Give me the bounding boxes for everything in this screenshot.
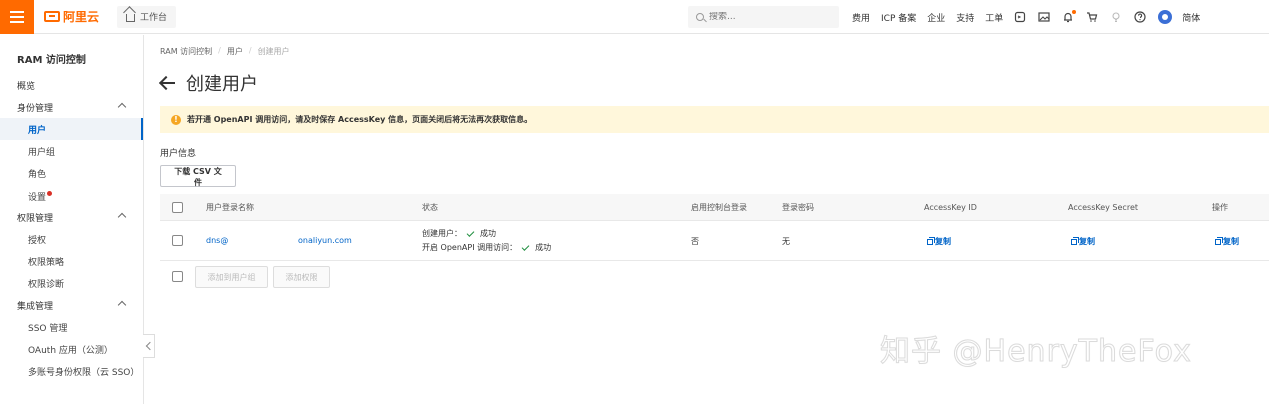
top-nav: 费用 ICP 备案 企业 支持 工单 简体: [852, 0, 1211, 34]
search-input[interactable]: [709, 12, 819, 22]
workbench-button[interactable]: 工作台: [117, 5, 177, 28]
sidebar-item-oauth[interactable]: OAuth 应用（公测）: [0, 338, 143, 360]
console-login-value: 否: [691, 237, 699, 246]
nav-support[interactable]: 支持: [956, 11, 974, 24]
users-table: 用户登录名称 状态 启用控制台登录 登录密码 AccessKey ID Acce…: [160, 194, 1269, 261]
home-icon: [126, 14, 136, 22]
col-console-login: 启用控制台登录: [691, 202, 747, 212]
sidebar-item-grants[interactable]: 授权: [0, 228, 143, 250]
select-all-checkbox[interactable]: [172, 202, 183, 213]
col-accesskey-id: AccessKey ID: [924, 202, 977, 212]
terminal-icon[interactable]: [1014, 11, 1026, 23]
search-icon: [696, 13, 704, 21]
help-icon[interactable]: [1134, 11, 1146, 23]
copy-icon: [1071, 236, 1079, 245]
page-title: 创建用户: [186, 74, 258, 95]
sidebar-item-settings[interactable]: 设置: [0, 185, 143, 207]
add-to-group-button[interactable]: 添加到用户组: [195, 266, 268, 288]
table-footer: 添加到用户组 添加权限: [160, 266, 660, 288]
copy-accesskey-id-button[interactable]: 复制: [927, 236, 951, 247]
table-header: 用户登录名称 状态 启用控制台登录 登录密码 AccessKey ID Acce…: [160, 194, 1269, 221]
sidebar-item-cloud-sso[interactable]: 多账号身份权限（云 SSO）: [0, 360, 143, 382]
warning-alert: ! 若开通 OpenAPI 调用访问，请及时保存 AccessKey 信息，页面…: [160, 106, 1269, 133]
chevron-up-icon: [117, 212, 127, 222]
lightbulb-icon[interactable]: [1110, 11, 1122, 23]
col-status: 状态: [422, 202, 438, 212]
copy-icon: [1215, 236, 1223, 245]
nav-enterprise[interactable]: 企业: [927, 11, 945, 24]
cart-icon[interactable]: [1086, 11, 1098, 23]
sidebar-item-policies[interactable]: 权限策略: [0, 250, 143, 272]
sidebar-item-user-groups[interactable]: 用户组: [0, 140, 143, 162]
breadcrumb-current: 创建用户: [257, 47, 290, 56]
language-switch[interactable]: 简体: [1182, 11, 1200, 24]
footer-select-checkbox[interactable]: [172, 271, 183, 282]
top-bar: 阿里云 工作台 费用 ICP 备案 企业 支持 工单 简体: [0, 0, 1269, 34]
aliyun-logo-icon: [44, 11, 60, 22]
breadcrumb-separator: /: [248, 46, 252, 55]
notification-dot: [1072, 10, 1077, 14]
copy-accesskey-secret-button[interactable]: 复制: [1071, 236, 1095, 247]
breadcrumb-separator: /: [218, 46, 221, 55]
sidebar-title: RAM 访问控制: [17, 55, 86, 66]
sidebar-item-roles[interactable]: 角色: [0, 162, 143, 184]
status-cell: 创建用户： 成功 开启 OpenAPI 调用访问： 成功: [422, 228, 551, 253]
section-title: 用户信息: [160, 149, 197, 159]
nav-ticket[interactable]: 工单: [985, 11, 1003, 24]
sidebar: RAM 访问控制 概览 身份管理 用户 用户组 角色 设置 权限管理 授权 权限…: [0, 35, 144, 404]
status-openapi: 开启 OpenAPI 调用访问： 成功: [422, 242, 552, 252]
row-checkbox[interactable]: [172, 235, 183, 246]
sidebar-group-integration[interactable]: 集成管理: [0, 294, 143, 316]
warning-icon: !: [171, 114, 181, 125]
nav-billing[interactable]: 费用: [852, 11, 870, 24]
col-accesskey-secret: AccessKey Secret: [1068, 202, 1139, 212]
bell-icon[interactable]: [1062, 10, 1077, 23]
copy-icon: [927, 236, 935, 245]
back-arrow-icon[interactable]: [160, 76, 176, 90]
login-name-prefix[interactable]: dns@: [206, 236, 228, 245]
chevron-up-icon: [117, 102, 127, 112]
sidebar-collapse-handle[interactable]: [143, 334, 155, 358]
sidebar-group-identity[interactable]: 身份管理: [0, 96, 143, 118]
chevron-up-icon: [117, 300, 127, 310]
brand-logo[interactable]: 阿里云: [44, 0, 99, 34]
breadcrumb: RAM 访问控制 / 用户 / 创建用户: [160, 46, 290, 57]
status-create-user: 创建用户： 成功: [422, 228, 496, 238]
menu-icon[interactable]: [0, 0, 34, 34]
breadcrumb-ram[interactable]: RAM 访问控制: [160, 46, 212, 57]
sidebar-item-sso[interactable]: SSO 管理: [0, 316, 143, 338]
breadcrumb-users[interactable]: 用户: [227, 46, 243, 57]
search-box[interactable]: [688, 6, 839, 28]
sidebar-item-overview[interactable]: 概览: [0, 74, 143, 96]
table-row: dns@ onaliyun.com 创建用户： 成功 开启 OpenAPI 调用访…: [160, 221, 1269, 261]
sidebar-group-permissions[interactable]: 权限管理: [0, 206, 143, 228]
nav-icp[interactable]: ICP 备案: [881, 11, 916, 24]
copy-row-button[interactable]: 复制: [1215, 236, 1239, 247]
col-actions: 操作: [1212, 202, 1228, 212]
password-value: 无: [782, 237, 790, 246]
add-permission-button[interactable]: 添加权限: [273, 266, 330, 288]
check-icon: [521, 242, 530, 251]
sidebar-item-diagnosis[interactable]: 权限诊断: [0, 272, 143, 294]
page-header: 创建用户: [160, 70, 258, 96]
col-password: 登录密码: [782, 202, 814, 212]
alert-text: 若开通 OpenAPI 调用访问，请及时保存 AccessKey 信息，页面关闭…: [187, 115, 533, 124]
settings-alert-dot: [47, 190, 53, 196]
sidebar-item-users[interactable]: 用户: [0, 118, 143, 140]
login-name-suffix[interactable]: onaliyun.com: [298, 236, 352, 245]
image-icon[interactable]: [1038, 11, 1050, 23]
avatar[interactable]: [1158, 10, 1173, 24]
check-icon: [466, 228, 475, 237]
col-login-name: 用户登录名称: [206, 202, 254, 212]
watermark: 知乎 @HenryTheFox: [880, 334, 1192, 370]
download-csv-button[interactable]: 下载 CSV 文件: [160, 165, 236, 187]
